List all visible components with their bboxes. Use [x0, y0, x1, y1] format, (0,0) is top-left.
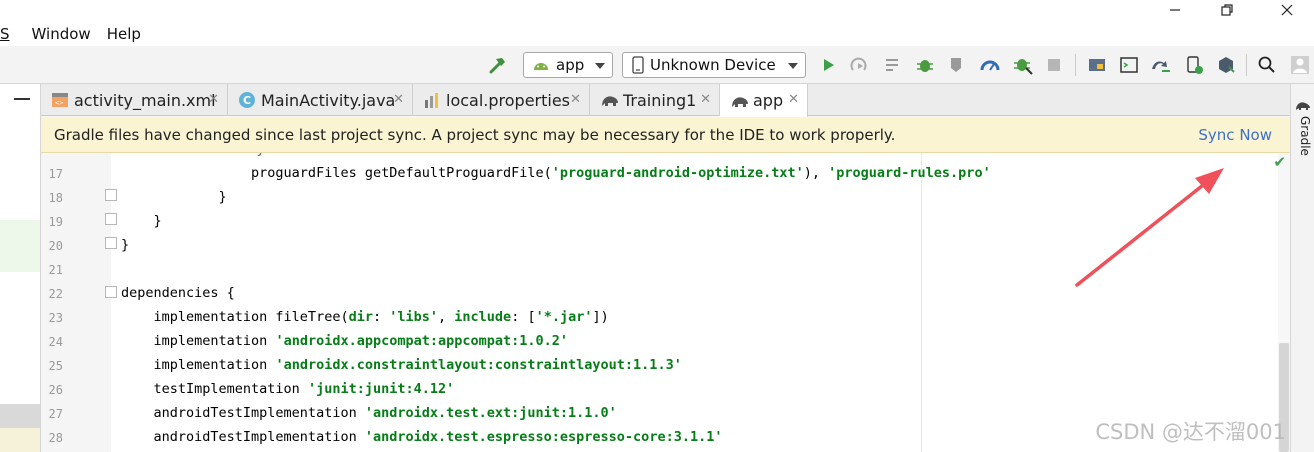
- android-studio-window: S Window Help app Unknown Device <> acti…: [0, 0, 1314, 452]
- annotation-arrow: [1075, 168, 1224, 287]
